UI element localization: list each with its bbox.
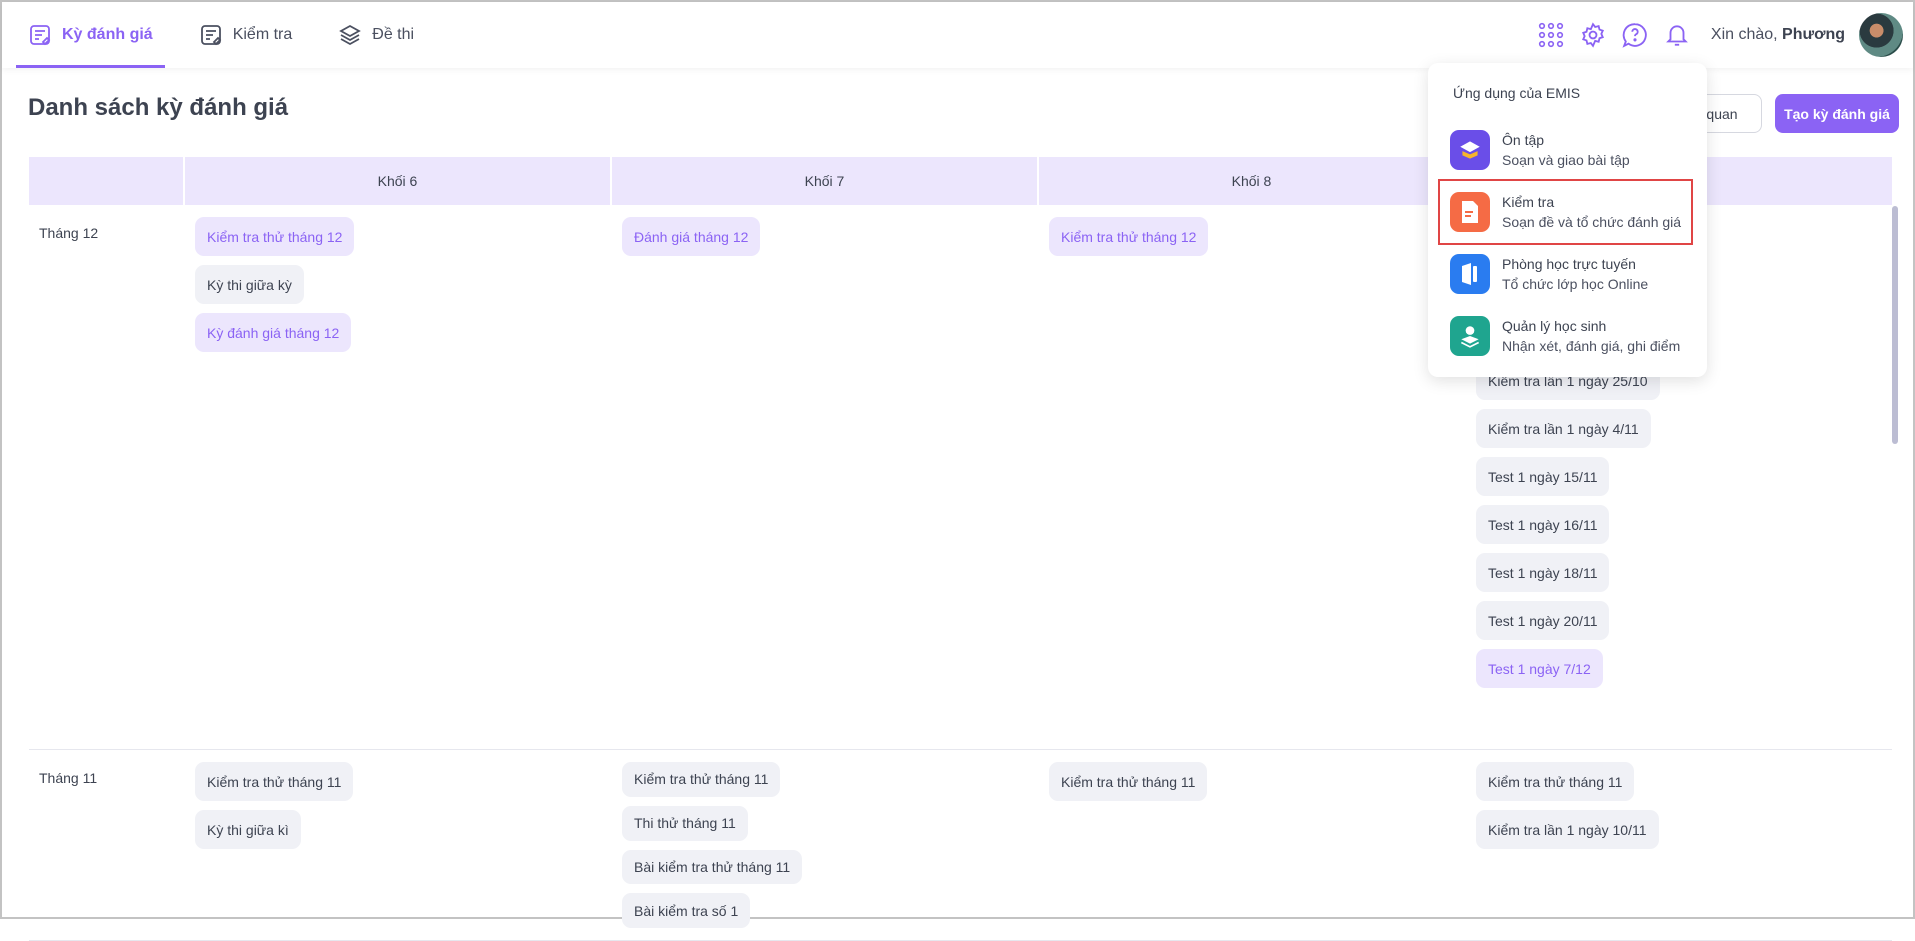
column-header: Khối 8 bbox=[1039, 157, 1466, 205]
tab-ky-danh-gia[interactable]: Kỳ đánh giá bbox=[16, 2, 165, 68]
assessment-chip[interactable]: Kiểm tra thử tháng 11 bbox=[1049, 762, 1208, 801]
assessment-chip[interactable]: Kỳ đánh giá tháng 12 bbox=[195, 313, 352, 352]
app-text: Phòng học trực tuyến Tổ chức lớp học Onl… bbox=[1502, 256, 1648, 292]
avatar[interactable] bbox=[1859, 13, 1903, 57]
help-icon[interactable] bbox=[1621, 21, 1649, 49]
table-cell: Kiểm tra thử tháng 11 bbox=[1039, 750, 1466, 940]
layers-icon bbox=[339, 24, 362, 46]
assessment-chip[interactable]: Test 1 ngày 20/11 bbox=[1476, 601, 1610, 640]
column-header bbox=[29, 157, 185, 205]
month-label: Tháng 11 bbox=[39, 770, 98, 786]
assessment-chip[interactable]: Đánh giá tháng 12 bbox=[622, 217, 761, 256]
table-row: Tháng 11 Kiểm tra thử tháng 11 Kỳ thi giữa… bbox=[29, 750, 1892, 941]
scrollbar[interactable] bbox=[1892, 206, 1898, 444]
assessment-chip[interactable]: Test 1 ngày 15/11 bbox=[1476, 457, 1610, 496]
tab-de-thi[interactable]: Đề thi bbox=[326, 2, 426, 68]
app-text: Quản lý học sinh Nhận xét, đánh giá, ghi… bbox=[1502, 318, 1680, 354]
page-title: Danh sách kỳ đánh giá bbox=[28, 94, 289, 121]
app-description: Nhận xét, đánh giá, ghi điểm bbox=[1502, 338, 1681, 354]
assessment-chip[interactable]: Thi thử tháng 11 bbox=[622, 805, 748, 841]
table-cell: Đánh giá tháng 12 bbox=[612, 205, 1039, 749]
apps-menu-title: Ứng dụng của EMIS bbox=[1453, 85, 1581, 101]
user-name: Phương bbox=[1782, 26, 1845, 43]
column-header: Khối 7 bbox=[612, 157, 1039, 205]
app-item[interactable]: Ôn tập Soạn và giao bài tập bbox=[1428, 119, 1707, 181]
assessment-chip[interactable]: Test 1 ngày 18/11 bbox=[1476, 553, 1610, 592]
app-name: Kiểm tra bbox=[1502, 194, 1555, 210]
table-cell: Kiểm tra thử tháng 12 bbox=[1039, 205, 1466, 749]
app-description: Soạn đề và tổ chức đánh giá bbox=[1502, 214, 1682, 230]
assessment-chip[interactable]: Kiểm tra thử tháng 11 bbox=[195, 762, 354, 801]
apps-grid-icon[interactable] bbox=[1537, 21, 1565, 49]
assessment-chip[interactable]: Kiểm tra thử tháng 12 bbox=[195, 217, 355, 256]
online-class-icon bbox=[1450, 254, 1490, 294]
assessment-chip[interactable]: Test 1 ngày 7/12 bbox=[1476, 649, 1603, 688]
app-item[interactable]: Kiểm tra Soạn đề và tổ chức đánh giá bbox=[1438, 179, 1693, 245]
create-assessment-button[interactable]: Tạo kỳ đánh giá bbox=[1775, 94, 1899, 133]
tab-kiem-tra[interactable]: Kiểm tra bbox=[187, 2, 305, 68]
assessment-chip[interactable]: Test 1 ngày 16/11 bbox=[1476, 505, 1610, 544]
app-description: Tổ chức lớp học Online bbox=[1502, 276, 1649, 292]
tab-label: Kiểm tra bbox=[232, 26, 293, 43]
bell-icon[interactable] bbox=[1663, 21, 1691, 49]
app-description: Soạn và giao bài tập bbox=[1502, 152, 1630, 168]
assessment-chip[interactable]: Bài kiểm tra số 1 bbox=[622, 893, 751, 928]
table-cell: Kiểm tra thử tháng 11 Kỳ thi giữa kì bbox=[185, 750, 612, 940]
review-app-icon bbox=[1450, 130, 1490, 170]
column-header: Khối 6 bbox=[185, 157, 612, 205]
tab-label: Kỳ đánh giá bbox=[62, 26, 153, 43]
table-cell: Kiểm tra thử tháng 11 Thi thử tháng 11 Bài… bbox=[612, 750, 1039, 940]
app-name: Quản lý học sinh bbox=[1502, 318, 1607, 334]
month-label: Tháng 12 bbox=[39, 225, 99, 241]
assessment-chip[interactable]: Kiểm tra lần 1 ngày 10/11 bbox=[1476, 810, 1659, 849]
assessment-chip[interactable]: Kiểm tra thử tháng 12 bbox=[1049, 217, 1209, 256]
assessment-chip[interactable]: Kiểm tra lần 1 ngày 4/11 bbox=[1476, 409, 1651, 448]
student-management-icon bbox=[1450, 316, 1490, 356]
gear-icon[interactable] bbox=[1579, 21, 1607, 49]
app-item[interactable]: Quản lý học sinh Nhận xét, đánh giá, ghi… bbox=[1428, 305, 1707, 367]
app-name: Phòng học trực tuyến bbox=[1502, 256, 1636, 272]
assessment-chip[interactable]: Bài kiểm tra thử tháng 11 bbox=[622, 849, 803, 885]
top-nav: Kỳ đánh giá Kiểm tra Đề thi Xin chào, Ph… bbox=[2, 2, 1913, 68]
assessment-chip[interactable]: Kỳ thi giữa kì bbox=[195, 810, 301, 849]
greeting-text: Xin chào, bbox=[1710, 26, 1783, 43]
app-item[interactable]: Phòng học trực tuyến Tổ chức lớp học Onl… bbox=[1428, 243, 1707, 305]
app-text: Kiểm tra Soạn đề và tổ chức đánh giá bbox=[1502, 194, 1681, 230]
assessment-chip[interactable]: Kiểm tra thử tháng 11 bbox=[622, 762, 781, 797]
exam-list-icon bbox=[200, 25, 221, 46]
app-name: Ôn tập bbox=[1502, 132, 1545, 148]
assessment-chip[interactable]: Kiểm tra thử tháng 11 bbox=[1476, 762, 1635, 801]
exam-app-icon bbox=[1450, 192, 1490, 232]
exam-list-icon bbox=[30, 25, 51, 46]
greeting: Xin chào, Phương bbox=[1711, 26, 1845, 44]
table-cell: Kiểm tra thử tháng 11 Kiểm tra lần 1 ngày… bbox=[1466, 750, 1892, 940]
table-cell: Kiểm tra thử tháng 12 Kỳ thi giữa kỳ Kỳ đá… bbox=[185, 205, 612, 749]
assessment-chip[interactable]: Kỳ thi giữa kỳ bbox=[195, 265, 304, 304]
app-text: Ôn tập Soạn và giao bài tập bbox=[1502, 132, 1630, 168]
apps-menu: Ứng dụng của EMIS Ôn tập Soạn và giao bà… bbox=[1428, 63, 1707, 377]
tab-label: Đề thi bbox=[372, 26, 415, 43]
